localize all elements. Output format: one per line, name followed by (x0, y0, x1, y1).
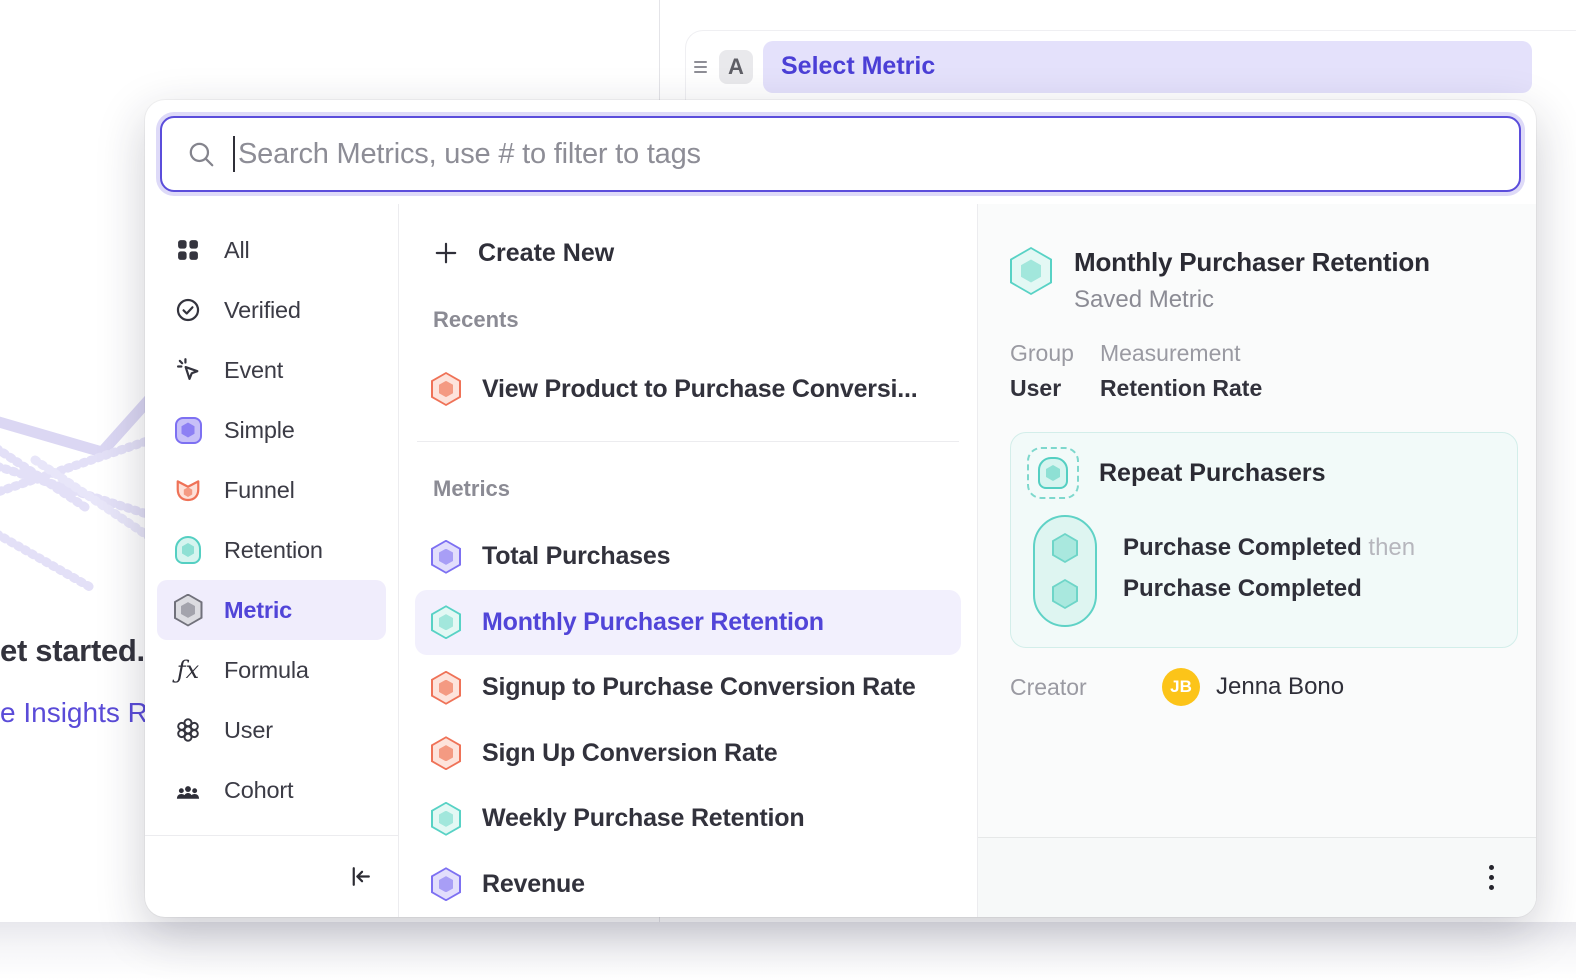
search-input[interactable]: Search Metrics, use # to filter to tags (160, 116, 1521, 192)
step-connector: then (1368, 534, 1415, 561)
group-label: Group (1010, 340, 1074, 367)
creator-label: Creator (1010, 674, 1162, 701)
metric-item-weekly-purchase-retention[interactable]: Weekly Purchase Retention (415, 786, 961, 852)
creator-name: Jenna Bono (1216, 673, 1344, 701)
event-hexagon-icon (1052, 533, 1078, 563)
step-2: Purchase Completed (1123, 575, 1362, 602)
detail-info-grid: Group Measurement User Retention Rate (1010, 340, 1262, 402)
list-divider (417, 441, 959, 442)
metric-item-signup-conversion[interactable]: Sign Up Conversion Rate (415, 721, 961, 787)
metrics-header: Metrics (433, 476, 961, 502)
funnel-metric-icon (431, 372, 461, 406)
sidebar-item-simple[interactable]: Simple (157, 400, 386, 460)
sidebar-item-cohort[interactable]: Cohort (157, 760, 386, 820)
select-metric-label: Select Metric (781, 52, 935, 81)
search-placeholder: Search Metrics, use # to filter to tags (238, 138, 701, 171)
formula-fx-icon: ƒx (173, 653, 203, 687)
recent-item[interactable]: View Product to Purchase Conversi... (415, 356, 961, 422)
metric-detail-panel: Monthly Purchaser Retention Saved Metric… (978, 204, 1536, 917)
retention-metric-icon-large (1010, 247, 1052, 295)
metric-picker-dialog: Search Metrics, use # to filter to tags … (145, 100, 1536, 917)
overflow-menu-button[interactable] (1483, 859, 1500, 896)
retention-metric-icon (431, 605, 461, 639)
funnel-metric-icon (431, 671, 461, 705)
background-link-partial[interactable]: e Insights Re (0, 697, 148, 729)
detail-header: Monthly Purchaser Retention Saved Metric (1010, 247, 1520, 314)
search-icon (186, 139, 216, 169)
funnel-icon (173, 473, 203, 507)
event-cursor-icon (173, 353, 203, 387)
measurement-label: Measurement (1100, 340, 1262, 367)
grid-icon (173, 233, 203, 267)
funnel-metric-icon (431, 736, 461, 770)
create-new-button[interactable]: Create New (415, 222, 961, 284)
group-value: User (1010, 375, 1074, 402)
retention-metric-icon (431, 802, 461, 836)
definition-card: Repeat Purchasers Purchase Completed the… (1010, 432, 1518, 648)
sidebar-item-metric[interactable]: Metric (157, 580, 386, 640)
metric-hexagon-icon (173, 593, 203, 627)
search-area: Search Metrics, use # to filter to tags (145, 100, 1536, 204)
background-heading-partial: et started. (0, 633, 148, 669)
retention-icon (173, 533, 203, 567)
plus-icon (433, 240, 459, 266)
sidebar-item-verified[interactable]: Verified (157, 280, 386, 340)
sidebar-footer (145, 835, 398, 917)
step-1: Purchase Completed (1123, 534, 1362, 561)
simple-metric-icon (431, 540, 461, 574)
category-sidebar: All Verified Event (145, 204, 399, 917)
cohort-people-icon (173, 773, 203, 807)
metric-list-column: Create New Recents View Product to Purch… (399, 204, 978, 917)
sidebar-item-retention[interactable]: Retention (157, 520, 386, 580)
measurement-value: Retention Rate (1100, 375, 1262, 402)
metric-item-signup-to-purchase[interactable]: Signup to Purchase Conversion Rate (415, 655, 961, 721)
select-metric-pill[interactable]: Select Metric (763, 41, 1532, 93)
simple-icon (173, 413, 203, 447)
detail-title: Monthly Purchaser Retention (1074, 247, 1430, 278)
metric-item-revenue[interactable]: Revenue (415, 852, 961, 918)
metric-item-total-purchases[interactable]: Total Purchases (415, 524, 961, 590)
creator-row: Creator JB Jenna Bono (1010, 668, 1520, 706)
simple-metric-icon (431, 867, 461, 901)
text-cursor (233, 136, 235, 172)
sidebar-item-all[interactable]: All (157, 220, 386, 280)
avatar: JB (1162, 668, 1200, 706)
definition-name: Repeat Purchasers (1099, 459, 1326, 488)
drag-handle-icon[interactable] (694, 61, 707, 73)
event-sequence-capsule (1033, 515, 1097, 627)
detail-subtitle: Saved Metric (1074, 286, 1430, 314)
detail-footer (978, 837, 1536, 917)
query-letter-badge: A (719, 50, 753, 84)
event-hexagon-icon (1052, 579, 1078, 609)
sidebar-item-user[interactable]: User (157, 700, 386, 760)
recents-header: Recents (433, 307, 961, 333)
metric-item-monthly-purchaser-retention[interactable]: Monthly Purchaser Retention (415, 590, 961, 656)
sidebar-item-funnel[interactable]: Funnel (157, 460, 386, 520)
collapse-sidebar-button[interactable] (347, 863, 374, 890)
sidebar-item-formula[interactable]: ƒx Formula (157, 640, 386, 700)
query-builder-row: A Select Metric (685, 30, 1576, 102)
collapse-left-icon (347, 863, 374, 890)
definition-steps: Purchase Completed then Purchase Complet… (1123, 515, 1415, 627)
metrics-list: Total Purchases Monthly Purchaser Retent… (415, 524, 961, 917)
user-cluster-icon (173, 713, 203, 747)
retention-definition-icon (1027, 447, 1079, 499)
verified-badge-icon (173, 293, 203, 327)
page-bottom-edge (0, 922, 1576, 980)
sidebar-item-event[interactable]: Event (157, 340, 386, 400)
